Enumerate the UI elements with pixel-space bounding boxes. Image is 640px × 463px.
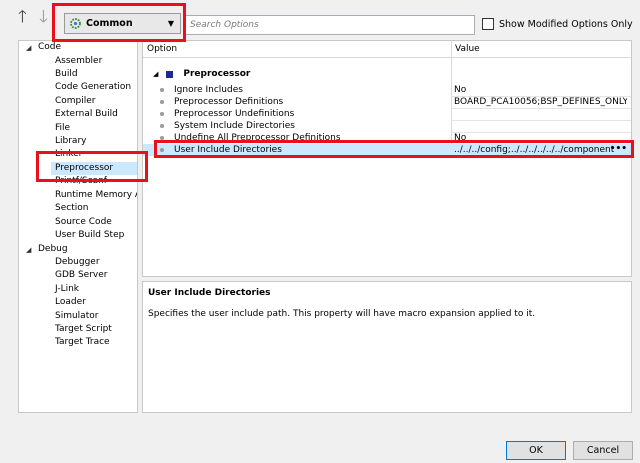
section-square-icon [166, 70, 174, 78]
description-text: Specifies the user include path. This pr… [148, 309, 536, 319]
tree-item-source-code[interactable]: Source Code [55, 217, 112, 228]
property-row[interactable]: Preprocessor Undefinitions [143, 108, 631, 120]
column-header-value[interactable]: Value [451, 41, 631, 58]
highlight-box-user-include [154, 140, 634, 158]
search-input[interactable] [185, 15, 475, 35]
tree-item-code-generation[interactable]: Code Generation [55, 82, 131, 93]
forward-arrow-icon[interactable]: 🡓 [39, 9, 48, 26]
tree-item-target-script[interactable]: Target Script [55, 324, 112, 335]
tree-item-user-build-step[interactable]: User Build Step [55, 230, 124, 241]
property-name: Ignore Includes [174, 85, 243, 95]
tree-item-build[interactable]: Build [55, 69, 78, 80]
tree-item-runtime-memory[interactable]: Runtime Memory A [55, 190, 137, 201]
property-name: Preprocessor Definitions [174, 97, 284, 107]
description-panel: User Include Directories Specifies the u… [142, 281, 632, 413]
highlight-box-configuration [52, 3, 186, 42]
tree-item-loader[interactable]: Loader [55, 297, 86, 308]
bullet-icon [160, 100, 164, 104]
property-row[interactable]: Ignore Includes No [143, 84, 631, 96]
bullet-icon [160, 88, 164, 92]
bullet-icon [160, 124, 164, 128]
section-title: Preprocessor [183, 69, 251, 79]
property-value[interactable]: No [454, 84, 627, 96]
section-preprocessor[interactable]: ◢ Preprocessor [153, 69, 250, 79]
bullet-icon [160, 112, 164, 116]
tree-item-gdb-server[interactable]: GDB Server [55, 270, 107, 281]
back-arrow-icon[interactable]: 🡑 [18, 9, 27, 26]
ok-button[interactable]: OK [506, 441, 566, 460]
tree-item-j-link[interactable]: J-Link [55, 284, 79, 295]
tree-item-external-build[interactable]: External Build [55, 109, 118, 120]
tree-item-target-trace[interactable]: Target Trace [55, 337, 110, 348]
column-header-option[interactable]: Option [143, 41, 451, 58]
property-name: Preprocessor Undefinitions [174, 109, 295, 119]
show-modified-checkbox[interactable] [482, 18, 494, 30]
property-row[interactable]: Preprocessor Definitions BOARD_PCA10056;… [143, 96, 631, 108]
property-value[interactable]: BOARD_PCA10056;BSP_DEFINES_ONLY;CO [454, 96, 627, 108]
tree-item-file[interactable]: File [55, 123, 70, 134]
collapse-icon[interactable]: ◢ [26, 44, 31, 52]
tree-group-code[interactable]: Code [38, 42, 61, 53]
tree-item-section[interactable]: Section [55, 203, 88, 214]
tree-item-library[interactable]: Library [55, 136, 86, 147]
show-modified-toggle[interactable]: Show Modified Options Only [482, 18, 633, 30]
property-name: System Include Directories [174, 121, 295, 131]
property-row[interactable]: System Include Directories [143, 120, 631, 132]
property-grid[interactable]: Option Value ◢ Preprocessor Ignore Inclu… [142, 40, 632, 277]
collapse-icon[interactable]: ◢ [26, 246, 31, 254]
tree-item-simulator[interactable]: Simulator [55, 311, 98, 322]
tree-group-debug[interactable]: Debug [38, 244, 68, 255]
options-tree[interactable]: ◢ Code Assembler Build Code Generation C… [18, 40, 138, 413]
highlight-box-preprocessor [36, 151, 148, 182]
tree-item-assembler[interactable]: Assembler [55, 56, 102, 67]
tree-item-debugger[interactable]: Debugger [55, 257, 100, 268]
collapse-icon[interactable]: ◢ [153, 70, 158, 78]
cancel-button[interactable]: Cancel [573, 441, 633, 460]
show-modified-label: Show Modified Options Only [499, 18, 633, 30]
description-title: User Include Directories [148, 288, 271, 298]
tree-item-compiler[interactable]: Compiler [55, 96, 96, 107]
